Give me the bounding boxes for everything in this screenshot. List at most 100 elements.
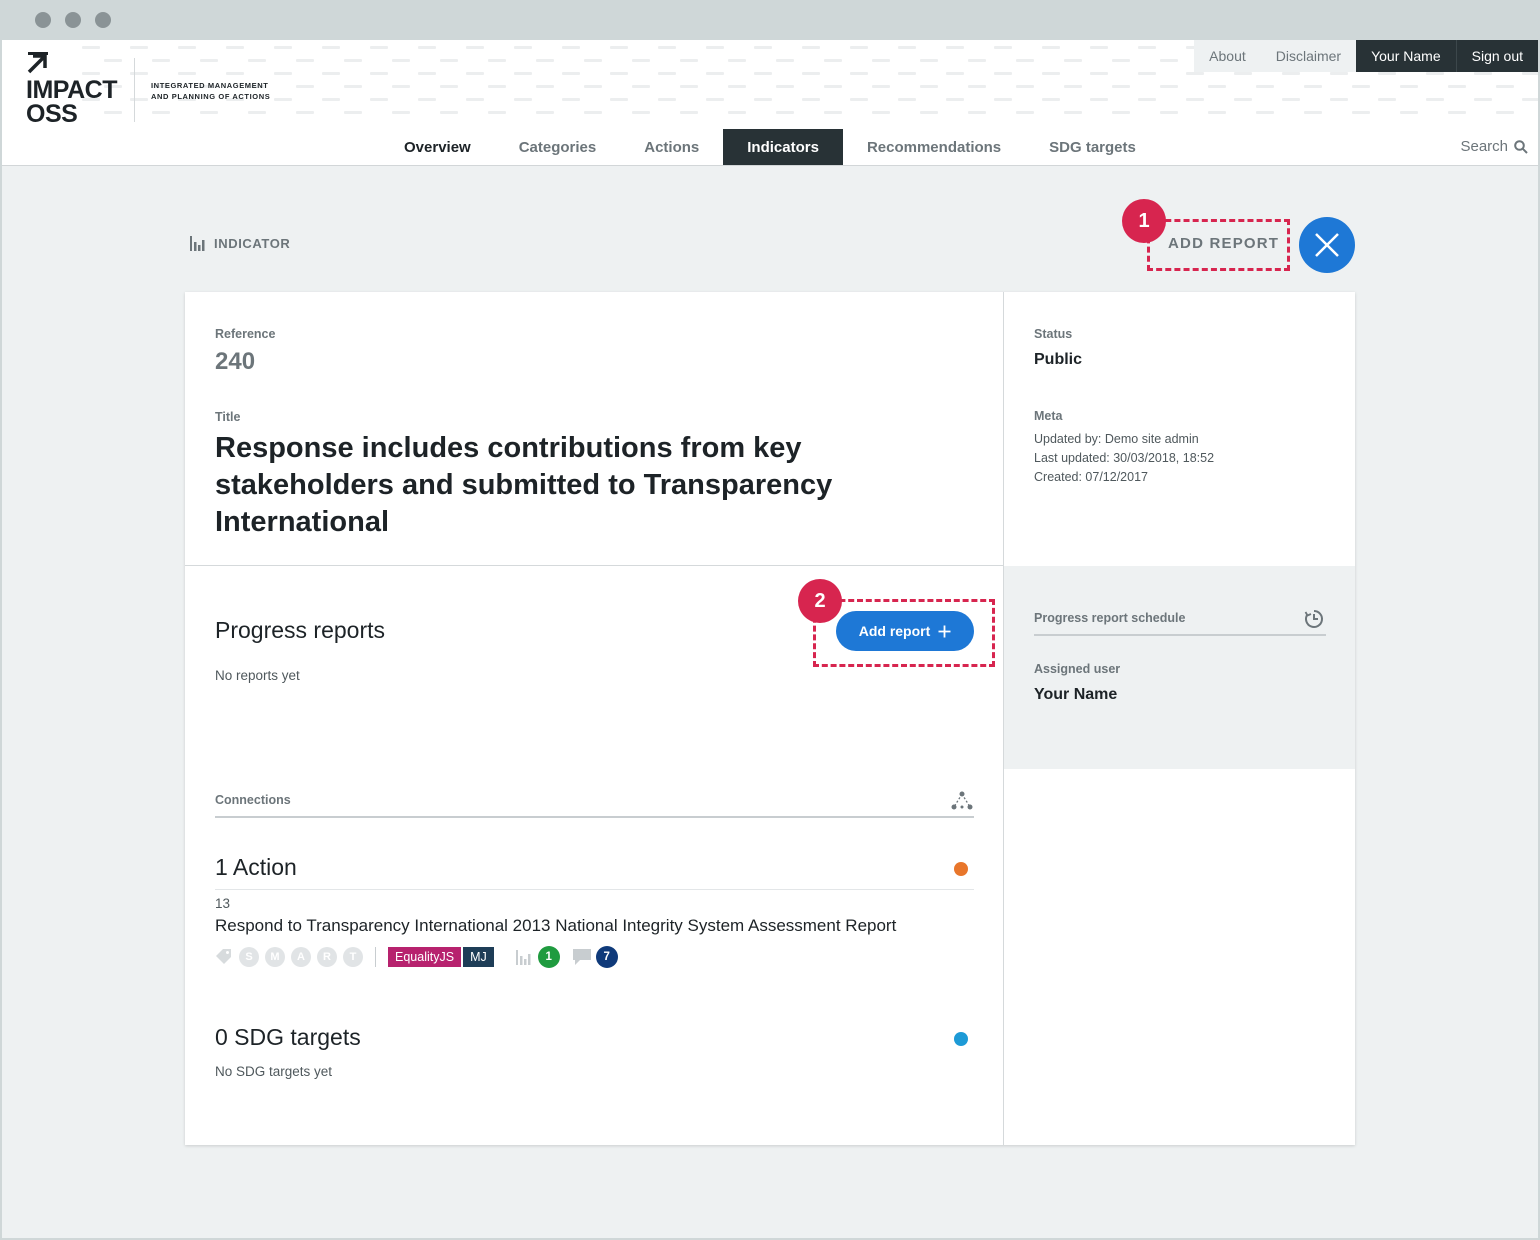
indicator-icon	[190, 236, 205, 251]
pattern-dash	[1448, 111, 1466, 114]
pattern-dash	[130, 98, 148, 101]
pattern-dash	[1400, 85, 1418, 88]
pattern-dash	[610, 98, 628, 101]
tab-sdg-targets[interactable]: SDG targets	[1025, 129, 1160, 165]
user-link[interactable]: Your Name	[1356, 40, 1456, 72]
search-icon	[1514, 139, 1528, 154]
tab-categories[interactable]: Categories	[495, 129, 621, 165]
search-link[interactable]: Search	[1460, 138, 1528, 155]
action-title[interactable]: Respond to Transparency International 20…	[215, 916, 896, 936]
pattern-dash	[680, 111, 698, 114]
logo-line2: OSS	[26, 100, 78, 128]
smart-badge-m: M	[265, 947, 285, 967]
tab-actions[interactable]: Actions	[620, 129, 723, 165]
pattern-dash	[728, 111, 746, 114]
pattern-dash	[1160, 85, 1178, 88]
pattern-dash	[1016, 59, 1034, 62]
pattern-dash	[248, 111, 266, 114]
pattern-dash	[226, 46, 244, 49]
pattern-dash	[1378, 98, 1396, 101]
pattern-dash	[178, 46, 196, 49]
step-badge-1: 1	[1122, 199, 1166, 243]
window-dot	[95, 12, 111, 28]
section-divider	[185, 565, 1003, 566]
pattern-dash	[296, 59, 314, 62]
page-type-text: INDICATOR	[214, 236, 291, 251]
indicator-count-badge: 1	[537, 946, 560, 968]
pattern-dash	[322, 98, 340, 101]
pattern-dash	[584, 111, 602, 114]
tab-recommendations[interactable]: Recommendations	[843, 129, 1025, 165]
window-dot	[65, 12, 81, 28]
pattern-dash	[562, 46, 580, 49]
pattern-dash	[1016, 85, 1034, 88]
add-report-link[interactable]: ADD REPORT	[1168, 235, 1279, 252]
about-link[interactable]: About	[1194, 40, 1261, 72]
smart-badge-r: R	[317, 947, 337, 967]
pattern-dash	[466, 72, 484, 75]
pattern-dash	[274, 46, 292, 49]
pattern-dash	[1138, 46, 1156, 49]
title-label: Title	[215, 410, 241, 424]
pattern-dash	[274, 72, 292, 75]
pattern-dash	[968, 85, 986, 88]
pattern-dash	[392, 111, 410, 114]
pattern-dash	[274, 98, 292, 101]
pattern-dash	[1160, 59, 1178, 62]
pattern-dash	[488, 59, 506, 62]
pattern-dash	[1090, 46, 1108, 49]
pattern-dash	[968, 59, 986, 62]
pattern-dash	[850, 46, 868, 49]
meta-updated-by: Updated by: Demo site admin	[1034, 432, 1199, 446]
pattern-dash	[104, 59, 122, 62]
pattern-dash	[872, 59, 890, 62]
pattern-dash	[1090, 98, 1108, 101]
close-icon	[1315, 233, 1339, 257]
schedule-divider	[1034, 634, 1326, 636]
actions-color-dot	[954, 862, 968, 876]
app-window: IMPACT OSS INTEGRATED MANAGEMENT AND PLA…	[2, 40, 1538, 1238]
pattern-dash	[946, 46, 964, 49]
status-value: Public	[1034, 351, 1083, 368]
search-label: Search	[1460, 138, 1508, 155]
pattern-dash	[1112, 59, 1130, 62]
disclaimer-link[interactable]: Disclaimer	[1260, 40, 1357, 72]
pattern-dash	[536, 85, 554, 88]
action-reference: 13	[215, 896, 231, 911]
logo-tagline-line1: INTEGRATED MANAGEMENT	[151, 81, 269, 90]
pattern-dash	[920, 111, 938, 114]
tab-indicators[interactable]: Indicators	[723, 129, 843, 165]
tag-equalityjs[interactable]: EqualityJS	[388, 947, 462, 967]
plus-icon	[938, 625, 951, 637]
pattern-dash	[898, 46, 916, 49]
pattern-dash	[418, 98, 436, 101]
pattern-dash	[1352, 111, 1370, 114]
assigned-user-value: Your Name	[1034, 686, 1118, 703]
pattern-dash	[632, 85, 650, 88]
pattern-dash	[946, 72, 964, 75]
pattern-dash	[850, 72, 868, 75]
pattern-dash	[824, 85, 842, 88]
clock-icon[interactable]	[1304, 609, 1324, 629]
pattern-dash	[754, 98, 772, 101]
indicator-card: Reference 240 Title Response includes co…	[185, 292, 1355, 1145]
pattern-dash	[802, 72, 820, 75]
pattern-dash	[466, 98, 484, 101]
pattern-dash	[344, 59, 362, 62]
pattern-dash	[802, 46, 820, 49]
pattern-dash	[488, 111, 506, 114]
pattern-dash	[1522, 98, 1538, 101]
pattern-dash	[1138, 72, 1156, 75]
page-type-label: INDICATOR	[190, 236, 290, 251]
reference-label: Reference	[215, 327, 276, 341]
tab-overview[interactable]: Overview	[380, 129, 495, 165]
pattern-dash	[514, 72, 532, 75]
add-report-button[interactable]: Add report	[836, 611, 974, 651]
pattern-dash	[466, 46, 484, 49]
tag-mj[interactable]: MJ	[463, 947, 494, 967]
logo[interactable]: IMPACT OSS	[26, 78, 117, 128]
pattern-dash	[488, 85, 506, 88]
sign-out-link[interactable]: Sign out	[1455, 40, 1538, 72]
pattern-dash	[1234, 72, 1252, 75]
close-button[interactable]	[1299, 217, 1355, 273]
